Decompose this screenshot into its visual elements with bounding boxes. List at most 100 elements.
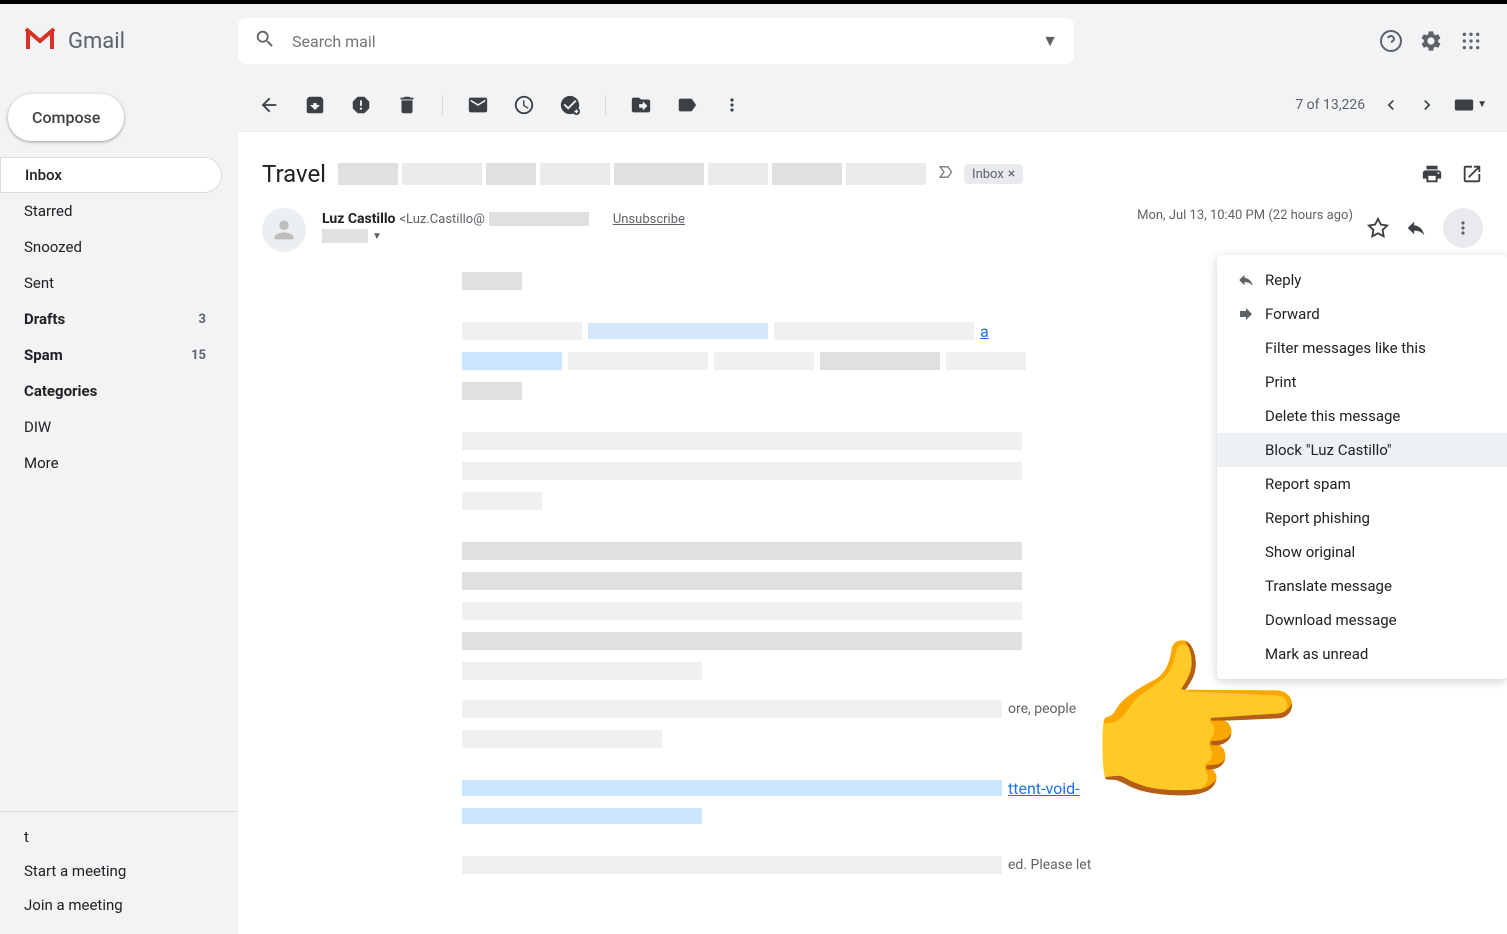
labels-icon[interactable] — [676, 94, 698, 116]
print-icon[interactable] — [1421, 163, 1443, 185]
search-input[interactable] — [292, 32, 1042, 51]
menu-label: Filter messages like this — [1265, 339, 1426, 357]
menu-print[interactable]: Print — [1217, 365, 1507, 399]
sidebar-item-diw[interactable]: DIW — [0, 409, 222, 445]
email-date: Mon, Jul 13, 10:40 PM (22 hours ago) — [1137, 208, 1353, 223]
menu-filter[interactable]: Filter messages like this — [1217, 331, 1507, 365]
snooze-icon[interactable] — [513, 94, 535, 116]
spam-count: 15 — [191, 348, 206, 363]
blurred-subject — [338, 163, 926, 185]
sidebar-item-label: Spam — [24, 346, 63, 364]
next-icon[interactable] — [1417, 95, 1437, 115]
sidebar-item-more[interactable]: More — [0, 445, 222, 481]
popout-icon[interactable] — [1461, 163, 1483, 185]
menu-label: Download message — [1265, 611, 1397, 629]
search-icon — [254, 28, 276, 54]
header: Gmail ▼ — [0, 4, 1507, 78]
reply-arrow-icon — [1237, 271, 1265, 289]
forward-arrow-icon — [1237, 305, 1265, 323]
menu-report-phishing[interactable]: Report phishing — [1217, 501, 1507, 535]
menu-block[interactable]: Block "Luz Castillo" — [1217, 433, 1507, 467]
move-icon[interactable] — [630, 94, 652, 116]
sidebar-item-snoozed[interactable]: Snoozed — [0, 229, 222, 265]
menu-label: Translate message — [1265, 577, 1392, 595]
body-text: ed. Please let — [1008, 857, 1091, 873]
label-remove-icon[interactable]: × — [1008, 166, 1015, 182]
star-icon[interactable] — [1367, 217, 1389, 239]
menu-show-original[interactable]: Show original — [1217, 535, 1507, 569]
menu-mark-unread[interactable]: Mark as unread — [1217, 637, 1507, 671]
gmail-logo-icon — [24, 27, 56, 55]
sidebar-item-label: Drafts — [24, 310, 65, 328]
menu-label: Delete this message — [1265, 407, 1400, 425]
unsubscribe-link[interactable]: Unsubscribe — [613, 212, 685, 227]
sidebar-item-spam[interactable]: Spam 15 — [0, 337, 222, 373]
search-options-icon[interactable]: ▼ — [1042, 31, 1058, 51]
sender-email: <Luz.Castillo@ — [399, 212, 484, 227]
blurred-recipient — [322, 229, 368, 243]
page-info: 7 of 13,226 — [1295, 97, 1365, 113]
search-box[interactable]: ▼ — [238, 18, 1074, 64]
important-icon[interactable] — [938, 163, 956, 185]
menu-label: Forward — [1265, 305, 1320, 323]
back-icon[interactable] — [258, 94, 280, 116]
app-name: Gmail — [68, 29, 125, 54]
menu-reply[interactable]: Reply — [1217, 263, 1507, 297]
compose-button[interactable]: Compose — [8, 94, 124, 141]
menu-label: Block "Luz Castillo" — [1265, 441, 1392, 459]
mark-unread-icon[interactable] — [467, 94, 489, 116]
start-meeting[interactable]: Start a meeting — [0, 854, 238, 888]
support-icon[interactable] — [1379, 29, 1403, 53]
sidebar: Compose Inbox Starred Snoozed Sent Draft… — [0, 78, 238, 934]
divider — [442, 95, 443, 115]
menu-delete[interactable]: Delete this message — [1217, 399, 1507, 433]
sidebar-item-sent[interactable]: Sent — [0, 265, 222, 301]
sidebar-item-label: Categories — [24, 382, 97, 400]
menu-label: Report phishing — [1265, 509, 1370, 527]
sidebar-item-starred[interactable]: Starred — [0, 193, 222, 229]
settings-icon[interactable] — [1419, 29, 1443, 53]
label-tag[interactable]: Inbox × — [964, 164, 1023, 184]
archive-icon[interactable] — [304, 94, 326, 116]
sidebar-item-label: Snoozed — [24, 238, 82, 256]
add-task-icon[interactable] — [559, 94, 581, 116]
menu-label: Print — [1265, 373, 1296, 391]
sidebar-item-label: Inbox — [25, 166, 62, 184]
sidebar-item-categories[interactable]: Categories — [0, 373, 222, 409]
avatar[interactable] — [262, 208, 306, 252]
sidebar-item-inbox[interactable]: Inbox — [0, 157, 222, 193]
menu-forward[interactable]: Forward — [1217, 297, 1507, 331]
menu-download[interactable]: Download message — [1217, 603, 1507, 637]
more-icon[interactable] — [722, 95, 742, 115]
body-text: ore, people — [1008, 701, 1076, 717]
sidebar-item-label: Starred — [24, 202, 72, 220]
delete-icon[interactable] — [396, 94, 418, 116]
input-icon[interactable]: ▼ — [1453, 97, 1487, 113]
menu-label: Reply — [1265, 271, 1301, 289]
sidebar-item-label: Sent — [24, 274, 54, 292]
join-meeting[interactable]: Join a meeting — [0, 888, 238, 922]
prev-icon[interactable] — [1381, 95, 1401, 115]
menu-label: Show original — [1265, 543, 1355, 561]
subject: Travel — [262, 160, 326, 188]
label-text: Inbox — [972, 167, 1004, 182]
context-menu: Reply Forward Filter messages like this … — [1217, 255, 1507, 679]
body-link[interactable]: a — [980, 322, 989, 341]
meet-section: t Start a meeting Join a meeting — [0, 811, 238, 934]
meet-title: t — [0, 824, 238, 854]
apps-icon[interactable] — [1459, 29, 1483, 53]
logo-area[interactable]: Gmail — [24, 27, 238, 55]
report-spam-icon[interactable] — [350, 94, 372, 116]
reply-icon[interactable] — [1405, 217, 1427, 239]
menu-label: Report spam — [1265, 475, 1351, 493]
menu-label: Mark as unread — [1265, 645, 1368, 663]
menu-translate[interactable]: Translate message — [1217, 569, 1507, 603]
body-link[interactable]: ttent-void- — [1008, 779, 1080, 798]
drafts-count: 3 — [199, 312, 206, 327]
recipient-dropdown-icon[interactable]: ▼ — [372, 231, 382, 242]
blurred-email-domain — [489, 212, 589, 226]
sidebar-item-drafts[interactable]: Drafts 3 — [0, 301, 222, 337]
sidebar-item-label: DIW — [24, 418, 51, 436]
more-options-button[interactable] — [1443, 208, 1483, 248]
menu-report-spam[interactable]: Report spam — [1217, 467, 1507, 501]
